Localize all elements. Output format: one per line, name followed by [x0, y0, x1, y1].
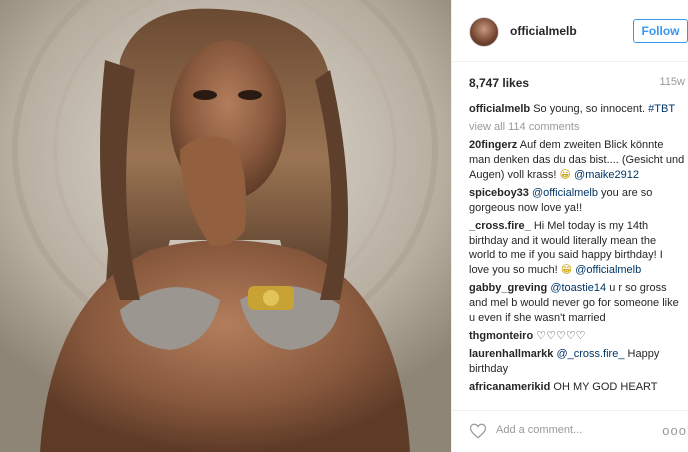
caption: officialmelb So young, so innocent. #TBT — [469, 102, 685, 117]
avatar[interactable] — [469, 17, 499, 47]
comments-list: officialmelb So young, so innocent. #TBT… — [469, 102, 685, 402]
comment-username[interactable]: _cross.fire_ — [469, 220, 531, 232]
grinning-emoji-icon: 😀 — [559, 167, 571, 181]
comment-item: laurenhallmarkk @_cross.fire_ Happy birt… — [469, 347, 685, 376]
photo-illustration — [12, 0, 438, 452]
comment-mention[interactable]: @maike2912 — [574, 169, 639, 181]
comment-bar: Add a comment... ooo — [452, 410, 688, 452]
comment-username[interactable]: gabby_greving — [469, 282, 547, 294]
comment-text: OH MY GOD HEART — [553, 380, 658, 393]
comment-mention[interactable]: @toastie14 — [550, 282, 606, 294]
caption-text: So young, so innocent. — [533, 103, 646, 115]
comment-username[interactable]: africanamerikid — [469, 381, 550, 393]
likes-count[interactable]: 8,747 likes — [469, 76, 529, 90]
comment-item: 20fingerz Auf dem zweiten Blick könnte m… — [469, 138, 685, 182]
comment-text: ♡♡♡♡♡ — [536, 329, 586, 342]
follow-button[interactable]: Follow — [633, 19, 688, 43]
post-meta: 8,747 likes 115w — [469, 76, 688, 90]
comment-username[interactable]: thgmonteiro — [469, 330, 533, 342]
post-username[interactable]: officialmelb — [510, 24, 577, 38]
heart-icon[interactable] — [469, 422, 487, 440]
comment-username[interactable]: laurenhallmarkk — [469, 348, 553, 360]
post-header: officialmelb Follow — [452, 0, 688, 62]
comment-item: africanamerikid OH MY GOD HEART — [469, 380, 685, 395]
add-comment-input[interactable]: Add a comment... — [496, 424, 582, 436]
comment-item: spiceboy33 @officialmelb you are so gorg… — [469, 186, 685, 215]
caption-username[interactable]: officialmelb — [469, 103, 530, 115]
grinning-emoji-icon: 😁 — [560, 263, 573, 277]
more-options-icon[interactable]: ooo — [662, 423, 687, 438]
post-photo[interactable] — [0, 0, 451, 452]
post-side-panel: officialmelb Follow 8,747 likes 115w off… — [451, 0, 688, 452]
comment-item: _cross.fire_ Hi Mel today is my 14th bir… — [469, 219, 685, 278]
comment-username[interactable]: 20fingerz — [469, 139, 517, 151]
comment-item: thgmonteiro ♡♡♡♡♡ — [469, 329, 685, 344]
view-all-comments-link[interactable]: view all 114 comments — [469, 120, 685, 135]
comment-item: gabby_greving @toastie14 u r so gross an… — [469, 281, 685, 325]
comment-mention[interactable]: @officialmelb — [575, 264, 641, 276]
post-time[interactable]: 115w — [660, 76, 685, 88]
comment-username[interactable]: spiceboy33 — [469, 187, 529, 199]
comment-mention[interactable]: @officialmelb — [532, 187, 598, 199]
comment-mention[interactable]: @_cross.fire_ — [556, 348, 624, 360]
caption-hashtag[interactable]: #TBT — [648, 103, 675, 115]
